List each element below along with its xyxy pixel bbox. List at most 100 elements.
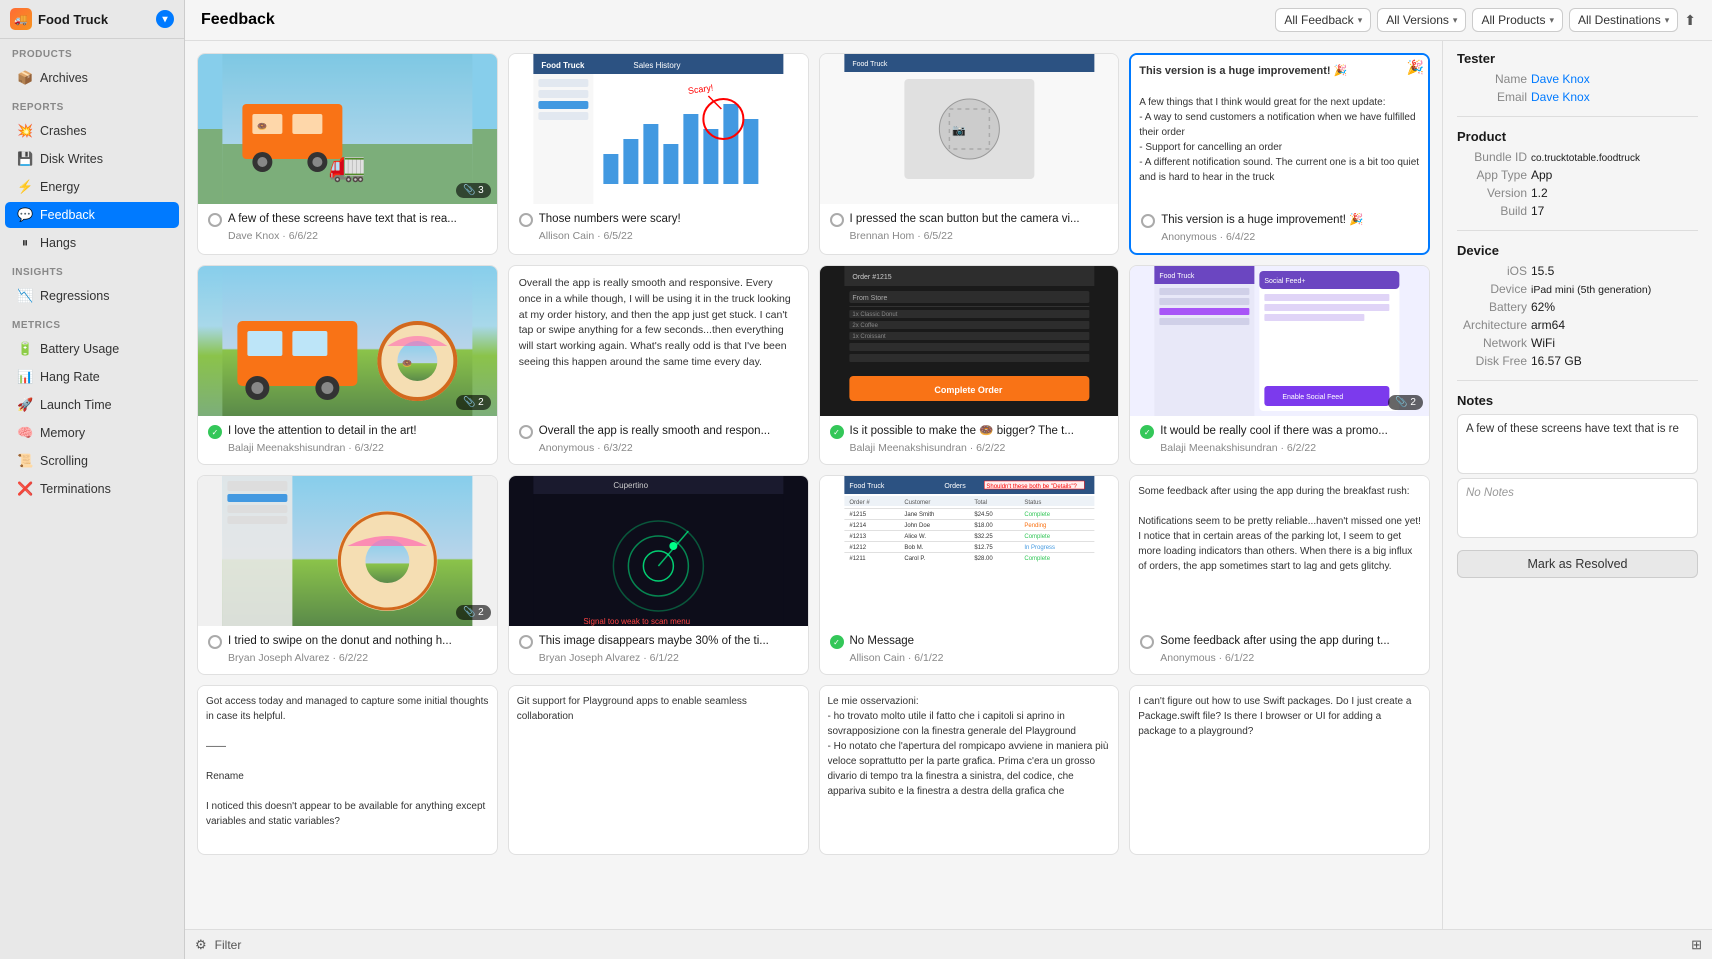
card-body-9: I tried to swipe on the donut and nothin… — [198, 626, 497, 674]
svg-text:Status: Status — [1024, 500, 1041, 506]
svg-text:🍩: 🍩 — [402, 359, 412, 368]
chevron-down-icon: ▾ — [1358, 15, 1363, 26]
filter-versions-label: All Versions — [1386, 13, 1449, 27]
build-row: Build 17 — [1457, 204, 1698, 218]
svg-text:Food Truck: Food Truck — [849, 483, 885, 490]
feedback-card-6[interactable]: Overall the app is really smooth and res… — [508, 265, 809, 465]
card-body-3: I pressed the scan button but the camera… — [820, 204, 1119, 252]
share-button[interactable]: ⬆ — [1684, 12, 1696, 29]
sidebar-item-regressions[interactable]: 📉 Regressions — [5, 283, 179, 309]
filter-icon[interactable]: ⚙ — [195, 937, 207, 953]
sidebar: 🚚 Food Truck ▾ Products 📦 Archives Repor… — [0, 0, 185, 959]
memory-icon: 🧠 — [17, 425, 33, 441]
battery-label: Battery Usage — [40, 342, 119, 356]
network-value: WiFi — [1531, 336, 1555, 350]
tester-email-value[interactable]: Dave Knox — [1531, 90, 1590, 104]
svg-text:$32.25: $32.25 — [974, 534, 993, 540]
sidebar-item-memory[interactable]: 🧠 Memory — [5, 420, 179, 446]
feedback-card-15[interactable]: Le mie osservazioni: - ho trovato molto … — [819, 685, 1120, 855]
feedback-card-16[interactable]: I can't figure out how to use Swift pack… — [1129, 685, 1430, 855]
card-status-row-5: ✓ I love the attention to detail in the … — [208, 424, 487, 439]
card-title-11: No Message — [850, 634, 915, 649]
feedback-card-11[interactable]: Food Truck Orders Shouldn't these both b… — [819, 475, 1120, 675]
sidebar-item-feedback[interactable]: 💬 Feedback — [5, 202, 179, 228]
sidebar-item-hangs[interactable]: ⏸ Hangs — [5, 230, 179, 256]
card-image-5: 🍩 📎 2 — [198, 266, 497, 416]
resolve-button[interactable]: Mark as Resolved — [1457, 550, 1698, 578]
bundle-id-row: Bundle ID co.trucktotable.foodtruck — [1457, 150, 1698, 164]
build-value: 17 — [1531, 204, 1544, 218]
sidebar-item-scrolling[interactable]: 📜 Scrolling — [5, 448, 179, 474]
grid-toggle-icon[interactable]: ⊞ — [1691, 937, 1702, 953]
reports-section-label: Reports — [0, 92, 184, 117]
status-circle-8: ✓ — [1140, 425, 1154, 439]
tester-name-value[interactable]: Dave Knox — [1531, 72, 1590, 86]
feedback-card-14[interactable]: Git support for Playground apps to enabl… — [508, 685, 809, 855]
filter-destinations-btn[interactable]: All Destinations ▾ — [1569, 8, 1678, 32]
feedback-card-13[interactable]: Got access today and managed to capture … — [197, 685, 498, 855]
feedback-card-9[interactable]: 📎 2 I tried to swipe on the donut and no… — [197, 475, 498, 675]
card-image-16: I can't figure out how to use Swift pack… — [1130, 686, 1429, 836]
svg-text:Jane Smith: Jane Smith — [904, 512, 934, 518]
page-title: Feedback — [201, 11, 1267, 29]
screenshot-placeholder-8: Food Truck Social Feed+ — [1130, 266, 1429, 416]
content-area: 🍩 📎 3 A few of these screens have text t… — [185, 41, 1712, 929]
feedback-card-1[interactable]: 🍩 📎 3 A few of these screens have text t… — [197, 53, 498, 255]
svg-text:Customer: Customer — [904, 500, 930, 506]
feedback-card-3[interactable]: Food Truck 📷 I pressed — [819, 53, 1120, 255]
app-header[interactable]: 🚚 Food Truck ▾ — [0, 0, 184, 39]
card-image-9: 📎 2 — [198, 476, 497, 626]
card-body-6: Overall the app is really smooth and res… — [509, 416, 808, 464]
svg-text:Food Truck: Food Truck — [1160, 273, 1196, 280]
sidebar-item-launch-time[interactable]: 🚀 Launch Time — [5, 392, 179, 418]
crashes-label: Crashes — [40, 124, 87, 138]
filter-products-btn[interactable]: All Products ▾ — [1472, 8, 1563, 32]
energy-icon: ⚡ — [17, 179, 33, 195]
sidebar-item-hang-rate[interactable]: 📊 Hang Rate — [5, 364, 179, 390]
status-circle-3 — [830, 213, 844, 227]
feedback-label: Feedback — [40, 208, 95, 222]
status-circle-1 — [208, 213, 222, 227]
version-value: 1.2 — [1531, 186, 1548, 200]
card-meta-2: Allison Cain · 6/5/22 — [519, 230, 798, 242]
card-status-row-1: A few of these screens have text that is… — [208, 212, 487, 227]
feedback-card-2[interactable]: Food Truck Sales History — [508, 53, 809, 255]
card-text-13: Got access today and managed to capture … — [206, 694, 489, 828]
scrolling-icon: 📜 — [17, 453, 33, 469]
sidebar-item-battery-usage[interactable]: 🔋 Battery Usage — [5, 336, 179, 362]
svg-text:Bob M.: Bob M. — [904, 545, 923, 551]
version-row: Version 1.2 — [1457, 186, 1698, 200]
card-text-15: Le mie osservazioni: - ho trovato molto … — [828, 694, 1111, 828]
feedback-card-10[interactable]: Cupertino Signal too weak to sc — [508, 475, 809, 675]
tester-email-label: Email — [1457, 90, 1527, 104]
tester-name-label: Name — [1457, 72, 1527, 86]
svg-text:Shouldn't these both be "Detai: Shouldn't these both be "Details"? — [986, 484, 1077, 490]
battery-value: 62% — [1531, 300, 1555, 314]
feedback-card-12[interactable]: Some feedback after using the app during… — [1129, 475, 1430, 675]
bottom-bar: ⚙ Filter ⊞ — [185, 929, 1712, 959]
filter-text[interactable]: Filter — [215, 938, 242, 952]
card-status-row-4: This version is a huge improvement! 🎉 — [1141, 213, 1418, 228]
svg-text:1x Classic Donut: 1x Classic Donut — [852, 312, 897, 318]
sidebar-item-disk-writes[interactable]: 💾 Disk Writes — [5, 146, 179, 172]
card-text-16: I can't figure out how to use Swift pack… — [1138, 694, 1421, 828]
filter-feedback-btn[interactable]: All Feedback ▾ — [1275, 8, 1371, 32]
insights-section-label: Insights — [0, 257, 184, 282]
card-image-3: Food Truck 📷 — [820, 54, 1119, 204]
grid-container: 🍩 📎 3 A few of these screens have text t… — [197, 53, 1430, 855]
feedback-card-7[interactable]: Order #1215 From Store 1x Classic Donut — [819, 265, 1120, 465]
hang-rate-icon: 📊 — [17, 369, 33, 385]
sidebar-item-crashes[interactable]: 💥 Crashes — [5, 118, 179, 144]
sidebar-item-archives[interactable]: 📦 Archives — [5, 65, 179, 91]
card-body-1: A few of these screens have text that is… — [198, 204, 497, 252]
feedback-card-8[interactable]: Food Truck Social Feed+ — [1129, 265, 1430, 465]
feedback-card-5[interactable]: 🍩 📎 2 ✓ I love the attention to detail i… — [197, 265, 498, 465]
crashes-icon: 💥 — [17, 123, 33, 139]
feedback-card-4[interactable]: This version is a huge improvement! 🎉 A … — [1129, 53, 1430, 255]
card-image-12: Some feedback after using the app during… — [1130, 476, 1429, 626]
sidebar-item-energy[interactable]: ⚡ Energy — [5, 174, 179, 200]
status-circle-4 — [1141, 214, 1155, 228]
product-section-title: Product — [1457, 129, 1698, 144]
sidebar-item-terminations[interactable]: ❌ Terminations — [5, 476, 179, 502]
filter-versions-btn[interactable]: All Versions ▾ — [1377, 8, 1466, 32]
